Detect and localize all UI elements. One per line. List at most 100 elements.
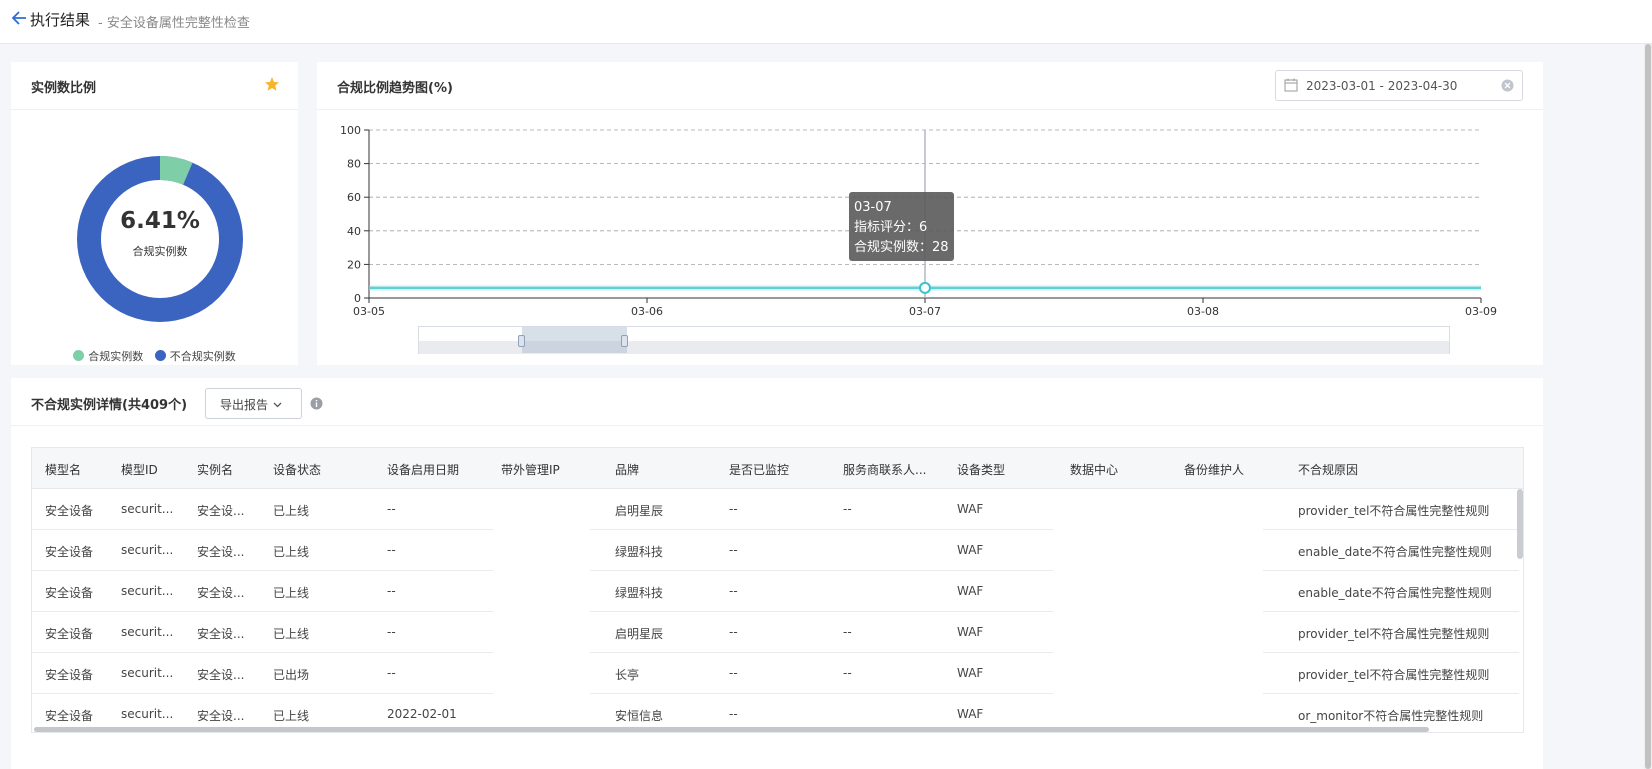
export-report-label: 导出报告	[220, 398, 269, 412]
table-cell: --	[843, 666, 852, 680]
table-cell: --	[729, 666, 738, 680]
table-cell: WAF	[957, 543, 984, 557]
table-cell: --	[387, 584, 396, 598]
x-tick-label: 03-06	[631, 305, 663, 318]
donut-legend: 合规实例数 不合规实例数	[11, 348, 298, 364]
top-bar: 执行结果 - 安全设备属性完整性检查	[0, 0, 1652, 44]
column-header[interactable]: 设备启用日期	[387, 461, 459, 478]
legend-compliant[interactable]: 合规实例数	[73, 348, 143, 364]
table-cell: 安全设备	[45, 504, 94, 518]
table-cell: 已上线	[273, 709, 310, 723]
table-cell: --	[843, 502, 852, 516]
column-header[interactable]: 数据中心	[1070, 461, 1118, 478]
y-tick-label: 60	[347, 191, 361, 204]
favorite-star-icon[interactable]	[264, 76, 280, 92]
column-header[interactable]: 实例名	[197, 461, 233, 478]
tooltip-count: 合规实例数：28	[854, 240, 949, 255]
y-tick-label: 40	[347, 225, 361, 238]
ratio-card: 实例数比例 6.41% 合规实例数 合规实例数 不合规实例数	[11, 62, 298, 365]
column-header[interactable]: 品牌	[615, 461, 639, 478]
slider-selection[interactable]	[522, 327, 627, 353]
info-icon[interactable]	[310, 397, 323, 410]
table-cell: WAF	[957, 584, 984, 598]
clear-icon[interactable]	[1501, 79, 1514, 92]
table-cell: --	[729, 584, 738, 598]
table-cell: --	[843, 625, 852, 639]
x-tick-label: 03-05	[353, 305, 385, 318]
table-cell: --	[387, 666, 396, 680]
table-cell: 已上线	[273, 504, 310, 518]
table-cell: --	[387, 625, 396, 639]
legend-dot-compliant	[73, 350, 85, 361]
table-row[interactable]: 安全设备 securit... 安全设... 已上线 -- 绿盟科技 -- WAF enable…	[32, 571, 1523, 612]
table-row[interactable]: 安全设备 securit... 安全设... 已上线 -- 启明星辰 -- -- WAF prov…	[32, 612, 1523, 653]
column-header[interactable]: 带外管理IP	[501, 461, 560, 478]
table-cell: provider_tel不符合属性完整性规则	[1298, 668, 1490, 682]
table-row[interactable]: 安全设备 securit... 安全设... 已上线 -- 启明星辰 -- -- WAF prov…	[32, 489, 1523, 530]
table-cell: provider_tel不符合属性完整性规则	[1298, 627, 1490, 641]
table-cell: securit...	[121, 625, 174, 639]
table-cell: WAF	[957, 666, 984, 680]
table-cell: 已出场	[273, 668, 310, 682]
slider-handle-left[interactable]	[518, 335, 525, 347]
column-header[interactable]: 设备状态	[273, 461, 321, 478]
trend-card: 合规比例趋势图(%) 2023-03-01 - 2023-04-30 0 20 40…	[317, 62, 1543, 365]
column-header[interactable]: 不合规原因	[1298, 461, 1358, 478]
slider-handle-right[interactable]	[621, 335, 628, 347]
table-row[interactable]: 安全设备 securit... 安全设... 已上线 -- 绿盟科技 -- WAF enable…	[32, 530, 1523, 571]
legend-noncompliant[interactable]: 不合规实例数	[154, 348, 236, 364]
detail-card-title: 不合规实例详情(共409个)	[31, 398, 188, 413]
table-vertical-scrollbar[interactable]	[1517, 489, 1523, 559]
table-cell: WAF	[957, 502, 984, 516]
table-cell: 已上线	[273, 627, 310, 641]
page-scrollbar-thumb[interactable]	[1645, 44, 1651, 769]
data-zoom-slider[interactable]	[418, 326, 1450, 354]
table-cell: 已上线	[273, 586, 310, 600]
trend-card-header: 合规比例趋势图(%) 2023-03-01 - 2023-04-30	[317, 62, 1543, 110]
table-cell: 安全设...	[197, 545, 245, 559]
donut-noncompliant-arc	[77, 156, 243, 322]
column-header[interactable]: 是否已监控	[729, 461, 789, 478]
table-cell: 启明星辰	[615, 504, 664, 518]
y-tick-label: 80	[347, 158, 361, 171]
column-header[interactable]: 备份维护人	[1184, 461, 1244, 478]
table-horizontal-scrollbar[interactable]	[34, 727, 1429, 732]
column-header[interactable]: 设备类型	[957, 461, 1005, 478]
tooltip-score: 指标评分：6	[854, 220, 928, 235]
table-cell: securit...	[121, 707, 174, 721]
chart-tooltip: 03-07 指标评分：6 合规实例数：28	[849, 192, 954, 261]
table-cell: WAF	[957, 707, 984, 721]
page-scrollbar[interactable]	[1644, 44, 1652, 769]
column-header[interactable]: 模型ID	[121, 461, 158, 478]
table-cell: 启明星辰	[615, 627, 664, 641]
table-cell: securit...	[121, 584, 174, 598]
detail-card-header: 不合规实例详情(共409个) 导出报告	[11, 378, 1543, 426]
compliance-center-label: 合规实例数	[132, 245, 188, 258]
table-cell: securit...	[121, 543, 174, 557]
table-cell: 安全设备	[45, 627, 94, 641]
table-cell: 安全设...	[197, 668, 245, 682]
table-cell: --	[729, 543, 738, 557]
table-cell: 安全设备	[45, 668, 94, 682]
column-header[interactable]: 服务商联系人...	[843, 461, 926, 478]
date-range-value: 2023-03-01 - 2023-04-30	[1306, 79, 1458, 93]
table-row[interactable]: 安全设备 securit... 安全设... 已出场 -- 长亭 -- -- WAF provid…	[32, 653, 1523, 694]
table-cell: --	[729, 502, 738, 516]
table-cell: WAF	[957, 625, 984, 639]
y-tick-label: 0	[354, 292, 361, 305]
date-range-picker[interactable]: 2023-03-01 - 2023-04-30	[1275, 70, 1523, 101]
table-cell: --	[729, 707, 738, 721]
table-cell: --	[387, 543, 396, 557]
back-arrow-icon[interactable]	[10, 9, 28, 27]
table-cell: 安全设备	[45, 586, 94, 600]
export-report-button[interactable]: 导出报告	[205, 388, 302, 419]
table-cell: 绿盟科技	[615, 545, 664, 559]
table-cell: 安全设...	[197, 504, 245, 518]
table-cell: 已上线	[273, 545, 310, 559]
column-header[interactable]: 模型名	[45, 461, 81, 478]
page-subtitle: - 安全设备属性完整性检查	[98, 16, 250, 31]
ratio-card-header: 实例数比例	[11, 62, 298, 110]
table-cell: 安全设备	[45, 709, 94, 723]
legend-dot-noncompliant	[154, 350, 166, 361]
trend-card-title: 合规比例趋势图(%)	[337, 81, 453, 96]
